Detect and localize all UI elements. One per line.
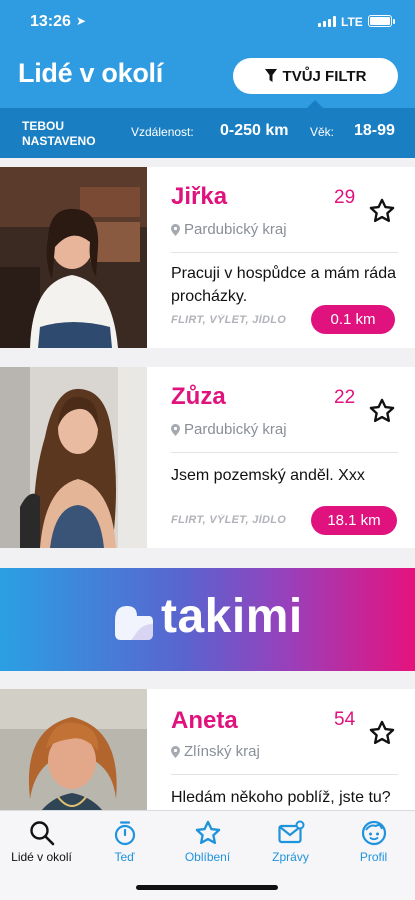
profile-photo[interactable] [0, 367, 147, 548]
face-icon [361, 820, 386, 846]
favorite-star-icon[interactable] [368, 197, 396, 225]
filter-summary-bar[interactable]: TEBOU NASTAVENO Vzdálenost: 0-250 km Věk… [0, 108, 415, 158]
takimi-logo-icon [115, 606, 153, 640]
profile-age: 29 [334, 187, 356, 208]
app-header: 13:26 ➤ LTE Lidé v okolí TVŮJ FILTR [0, 0, 415, 109]
home-indicator[interactable] [136, 885, 278, 890]
profile-name: Zůza [171, 383, 226, 410]
location-pin-icon [171, 745, 180, 758]
profile-age: 22 [334, 387, 356, 408]
network-type: LTE [341, 15, 363, 29]
filter-set-label: TEBOU NASTAVENO [22, 119, 96, 148]
signal-icon [318, 16, 336, 27]
nav-profile[interactable]: Profil [332, 819, 415, 864]
takimi-banner[interactable]: takimi [0, 568, 415, 671]
status-time: 13:26 [30, 13, 71, 30]
status-bar: 13:26 ➤ LTE [0, 0, 415, 44]
profile-tags: FLIRT, VÝLET, JÍDLO [171, 314, 287, 326]
nav-messages[interactable]: Zprávy [249, 819, 332, 864]
distance-label: Vzdálenost: [131, 125, 194, 139]
profile-card[interactable]: Jiřka 29 Pardubický kraj Pracuji v hospů… [0, 167, 415, 348]
profile-photo[interactable] [0, 167, 147, 348]
stopwatch-icon [114, 821, 135, 846]
profile-region: Pardubický kraj [171, 221, 287, 238]
location-pin-icon [171, 223, 180, 236]
battery-icon [368, 15, 392, 27]
nav-people-nearby[interactable]: Lidé v okolí [0, 819, 83, 864]
profile-region: Pardubický kraj [171, 421, 287, 438]
profile-name: Aneta [171, 707, 238, 734]
profile-age: 54 [334, 709, 356, 730]
profile-tags: FLIRT, VÝLET, JÍDLO [171, 514, 287, 526]
profile-card[interactable]: Aneta 54 Zlínský kraj Hledám někoho pobl… [0, 689, 415, 810]
distance-badge: 0.1 km [311, 305, 395, 334]
location-pin-icon [171, 423, 180, 436]
envelope-icon [277, 820, 304, 844]
favorite-star-icon[interactable] [368, 397, 396, 425]
nav-now[interactable]: Teď [83, 819, 166, 864]
profile-bio: Pracuji v hospůdce a mám ráda procházky. [171, 265, 396, 305]
age-label: Věk: [310, 125, 335, 139]
profile-bio: Jsem pozemský anděl. Xxx [171, 467, 365, 484]
search-icon [29, 821, 54, 846]
nav-favorites[interactable]: Oblíbení [166, 819, 249, 864]
profile-name: Jiřka [171, 183, 228, 210]
profile-card[interactable]: Zůza 22 Pardubický kraj Jsem pozemský an… [0, 367, 415, 548]
filter-icon [264, 69, 277, 82]
star-icon [195, 820, 220, 845]
age-value: 18-99 [354, 122, 395, 139]
page-title: Lidé v okolí [18, 58, 163, 88]
distance-value: 0-250 km [220, 122, 289, 139]
distance-badge: 18.1 km [311, 506, 397, 535]
favorite-star-icon[interactable] [368, 719, 396, 747]
profile-region: Zlínský kraj [171, 743, 260, 760]
filter-button-label: TVŮJ FILTR [282, 67, 367, 85]
profile-photo[interactable] [0, 689, 147, 810]
profile-bio: Hledám někoho poblíž, jste tu? [171, 789, 391, 806]
location-arrow-icon: ➤ [76, 14, 87, 28]
filter-button[interactable]: TVŮJ FILTR [233, 58, 398, 94]
brand-name: takimi [161, 590, 303, 643]
